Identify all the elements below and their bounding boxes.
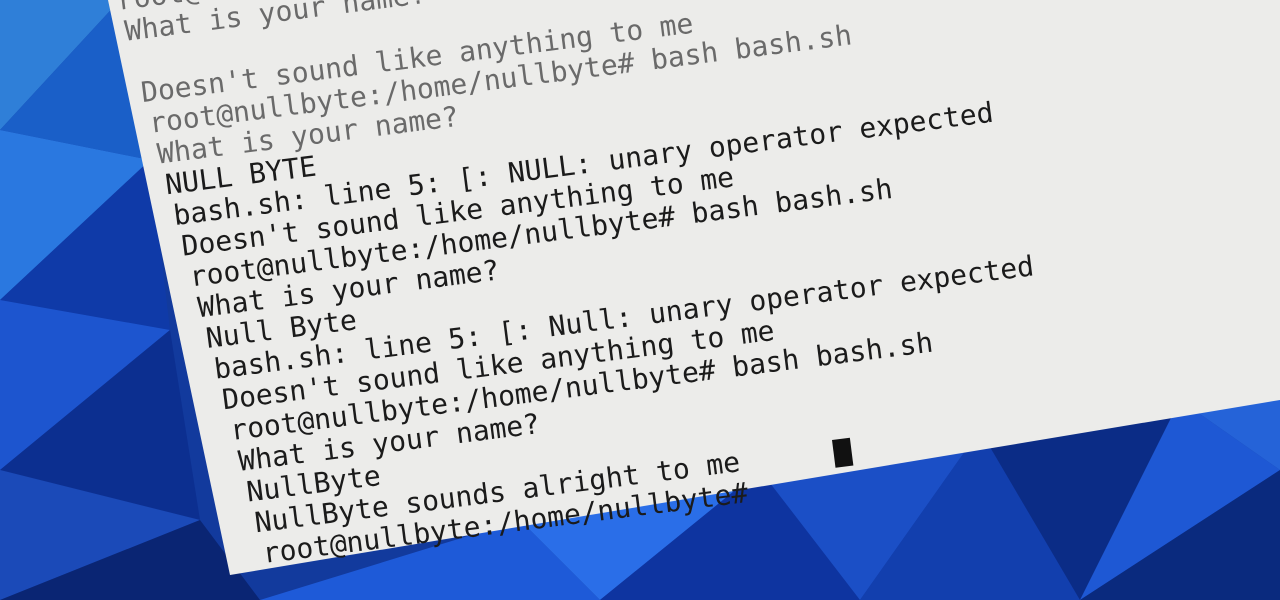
- terminal-cursor: [832, 437, 854, 468]
- terminal-window[interactable]: root@nullbyte:/home/nullbyteWhat is your…: [0, 0, 1280, 600]
